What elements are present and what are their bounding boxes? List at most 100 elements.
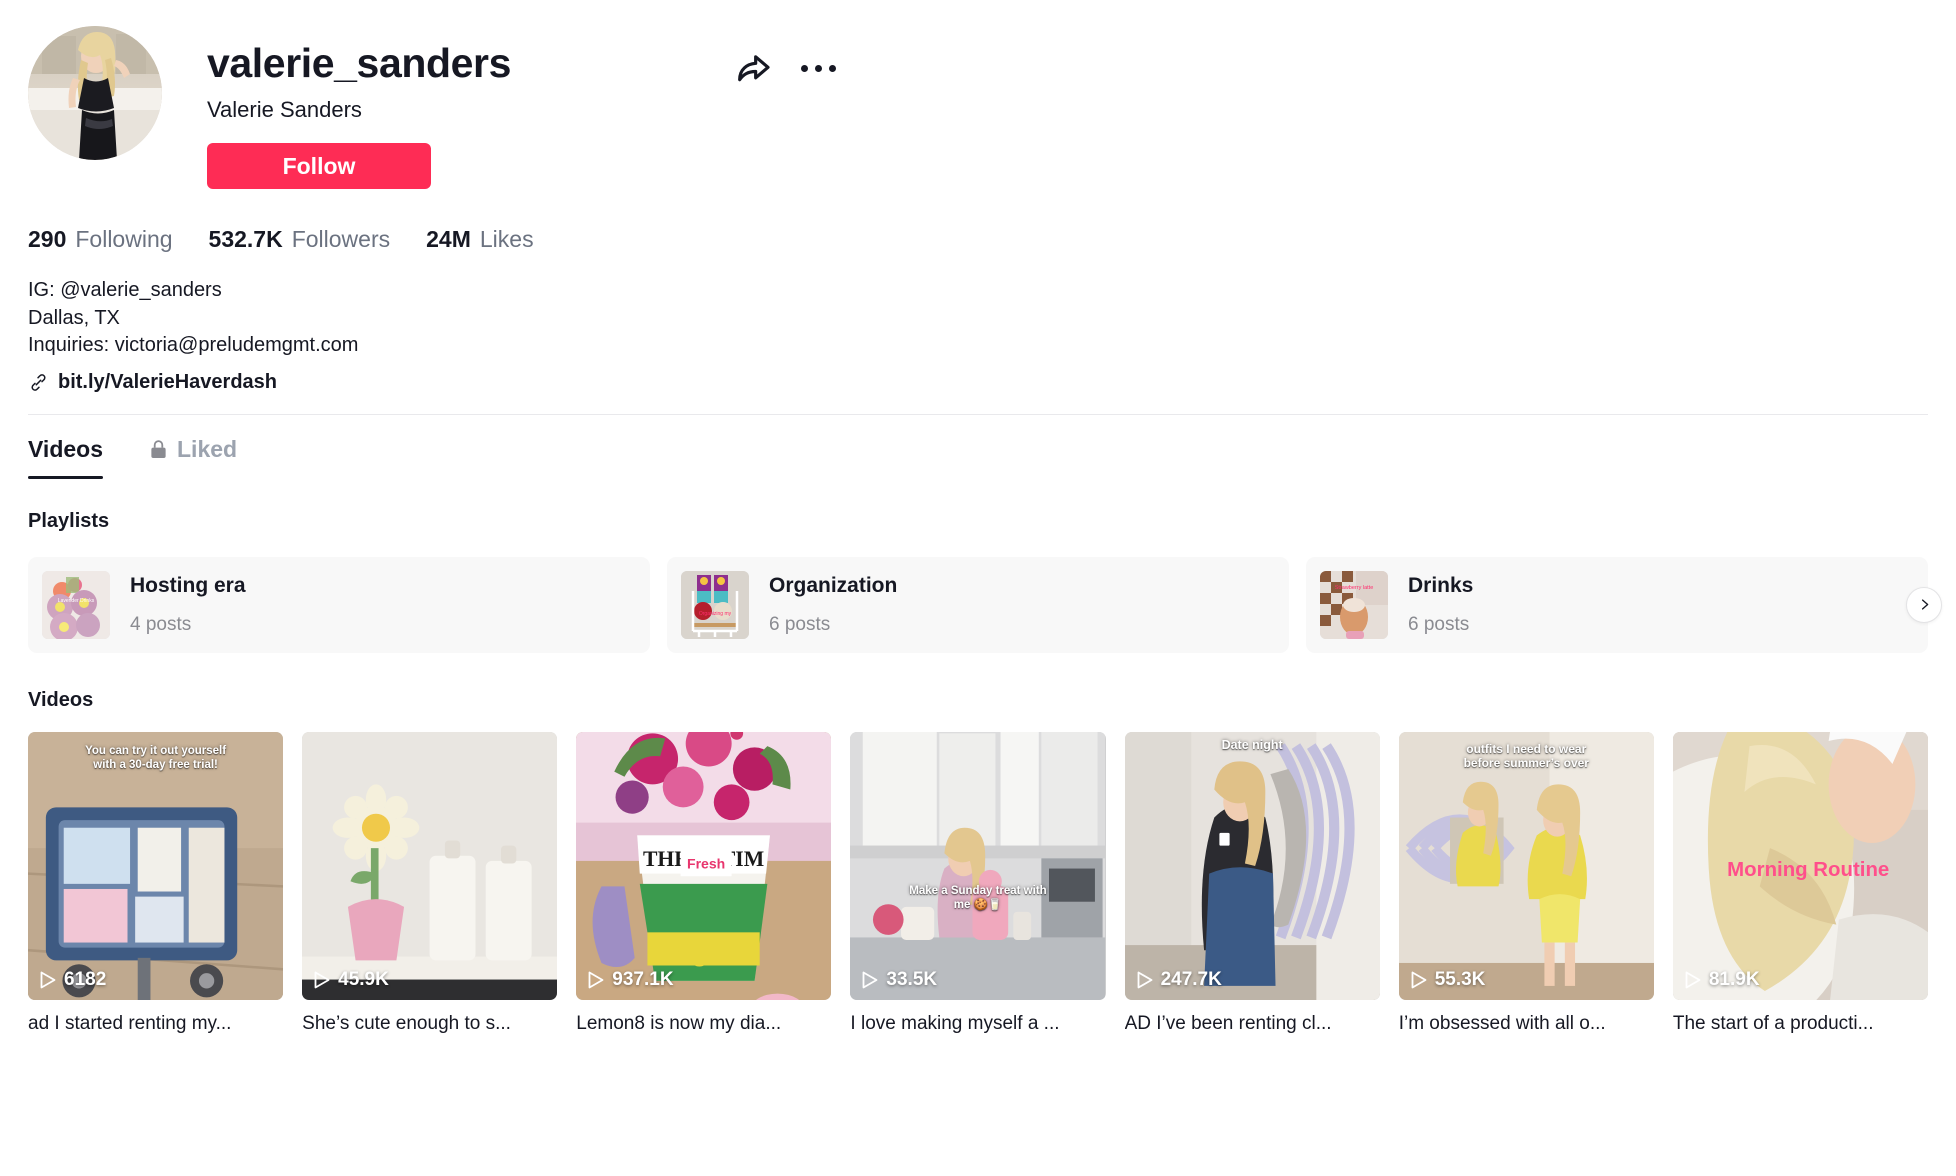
profile-identity: valerie_sanders Valerie Sanders Follow	[207, 26, 1928, 189]
username: valerie_sanders	[207, 40, 512, 87]
video-card[interactable]: THE FI TIM Fresh right 937.1K Lemon8 is …	[576, 731, 832, 1035]
profile-stats: 290 Following 532.7K Followers 24M Likes	[28, 226, 1928, 253]
follow-button[interactable]: Follow	[207, 143, 431, 189]
svg-text:Organizing my: Organizing my	[699, 611, 732, 617]
play-icon	[1137, 971, 1152, 988]
username-row: valerie_sanders	[207, 40, 1928, 88]
playlist-card[interactable]: Strawberry latte Drinks 6 posts	[1306, 556, 1928, 653]
svg-text:right: right	[673, 935, 735, 966]
play-icon	[1411, 971, 1427, 988]
play-icon	[588, 971, 604, 988]
playlists-heading: Playlists	[28, 509, 110, 532]
svg-text:Fresh: Fresh	[687, 855, 725, 871]
playlist-card[interactable]: Organizing my Organization 6 posts	[667, 556, 1289, 653]
videos-grid: You can try it out yourself with a 30-day…	[28, 731, 1928, 1035]
more-options-button[interactable]	[801, 64, 837, 72]
video-thumbnail: outfits I need to wear before summer’s ov…	[1398, 731, 1654, 1000]
video-caption: I’m obsessed with all o...	[1398, 1012, 1606, 1034]
video-caption: I love making myself a ...	[850, 1012, 1060, 1034]
chevron-right-icon	[1921, 599, 1928, 610]
tab-videos-label: Videos	[28, 435, 103, 462]
more-dot	[829, 64, 837, 72]
video-card[interactable]: Date night 247.7K AD I’ve been renting c…	[1124, 731, 1380, 1035]
view-count-value: 6182	[64, 968, 107, 990]
playlist-thumbnail: Organizing my	[681, 570, 749, 639]
profile-header: valerie_sanders Valerie Sanders Follow	[28, 0, 1928, 189]
play-icon	[314, 971, 330, 988]
playlist-meta: Drinks 6 posts	[1408, 574, 1473, 636]
bio-link[interactable]: bit.ly/ValerieHaverdash	[28, 371, 1928, 394]
svg-text:Strawberry latte: Strawberry latte	[1335, 585, 1374, 591]
video-card[interactable]: outfits I need to wear before summer’s ov…	[1398, 731, 1654, 1035]
playlists-next-button[interactable]	[1906, 586, 1942, 623]
video-caption: ad I started renting my...	[28, 1012, 232, 1034]
likes-label: Likes	[479, 226, 534, 252]
video-card[interactable]: You can try it out yourself with a 30-day…	[28, 731, 284, 1035]
playlist-name: Hosting era	[130, 573, 246, 597]
bio-line-instagram: IG: @valerie_sanders	[28, 279, 222, 301]
play-icon	[40, 971, 56, 988]
video-view-count: 6182	[39, 969, 106, 991]
video-card[interactable]: Morning Routine 81.9K The start of a pro…	[1672, 731, 1928, 1035]
bio-line-inquiries: Inquiries: victoria@preludemgmt.com	[28, 334, 359, 356]
video-caption: Lemon8 is now my dia...	[576, 1012, 782, 1034]
followers-label: Followers	[291, 226, 391, 252]
tiktok-profile-page: valerie_sanders Valerie Sanders Follow 2…	[0, 0, 1956, 1176]
following-count: 290	[28, 226, 67, 252]
playlist-meta: Hosting era 4 posts	[130, 574, 246, 636]
video-view-count: 937.1K	[587, 968, 674, 991]
tab-liked-label: Liked	[177, 435, 238, 462]
play-icon	[863, 971, 878, 988]
share-button[interactable]	[733, 48, 773, 88]
video-thumbnail: You can try it out yourself with a 30-day…	[28, 731, 284, 1000]
video-view-count: 55.3K	[1410, 968, 1486, 991]
stat-followers[interactable]: 532.7K Followers	[209, 226, 391, 253]
video-view-count: 81.9K	[1684, 969, 1760, 991]
view-count-value: 45.9K	[338, 968, 389, 990]
video-thumbnail: Morning Routine 81.9K	[1672, 731, 1928, 1000]
tab-liked[interactable]: Liked	[149, 436, 237, 478]
bio-line-location: Dallas, TX	[28, 306, 120, 329]
video-thumbnail: THE FI TIM Fresh right 937.1K	[576, 731, 832, 1000]
likes-count: 24M	[426, 226, 471, 252]
video-card[interactable]: 45.9K She’s cute enough to s...	[302, 731, 558, 1035]
playlist-meta: Organization 6 posts	[769, 574, 897, 636]
videos-heading: Videos	[28, 688, 94, 711]
tab-videos[interactable]: Videos	[28, 435, 103, 479]
video-caption: The start of a producti...	[1672, 1012, 1874, 1034]
video-card[interactable]: Make a Sunday treat with me 🍪🥛 33.5K I lo…	[850, 731, 1106, 1035]
playlist-count: 6 posts	[769, 613, 831, 635]
playlist-name: Drinks	[1408, 573, 1474, 597]
stat-likes[interactable]: 24M Likes	[426, 226, 533, 253]
lock-icon	[151, 439, 166, 458]
playlist-card[interactable]: Lavender Drinks Hosting era 4 posts	[28, 556, 650, 653]
followers-count: 532.7K	[208, 226, 283, 252]
playlist-name: Organization	[769, 573, 898, 597]
view-count-value: 81.9K	[1708, 968, 1760, 990]
link-icon	[31, 373, 46, 391]
avatar[interactable]	[28, 26, 162, 160]
view-count-value: 937.1K	[612, 968, 674, 990]
svg-text:Morning Routine: Morning Routine	[1727, 859, 1889, 881]
profile-bio: IG: @valerie_sanders Dallas, TX Inquirie…	[28, 277, 1928, 360]
bio-link-text: bit.ly/ValerieHaverdash	[58, 370, 278, 393]
profile-tabs: Videos Liked	[28, 435, 1928, 479]
playlist-thumbnail: Lavender Drinks	[42, 570, 110, 639]
view-count-value: 55.3K	[1434, 968, 1486, 990]
playlist-count: 4 posts	[130, 613, 192, 635]
playlist-count: 6 posts	[1408, 613, 1470, 635]
view-count-value: 33.5K	[886, 968, 938, 990]
more-dot	[815, 64, 823, 72]
video-view-count: 247.7K	[1136, 969, 1222, 991]
view-count-value: 247.7K	[1160, 968, 1222, 990]
svg-text:Lavender Drinks: Lavender Drinks	[58, 598, 95, 604]
video-caption: AD I’ve been renting cl...	[1124, 1012, 1332, 1034]
stat-following[interactable]: 290 Following	[28, 226, 173, 253]
video-view-count: 45.9K	[313, 969, 389, 991]
video-thumbnail: 45.9K	[302, 731, 558, 1000]
share-icon	[738, 55, 770, 82]
display-name: Valerie Sanders	[207, 97, 362, 122]
video-thumbnail: Make a Sunday treat with me 🍪🥛 33.5K	[850, 731, 1106, 1000]
tabs-divider	[28, 414, 1928, 415]
following-label: Following	[75, 226, 173, 252]
